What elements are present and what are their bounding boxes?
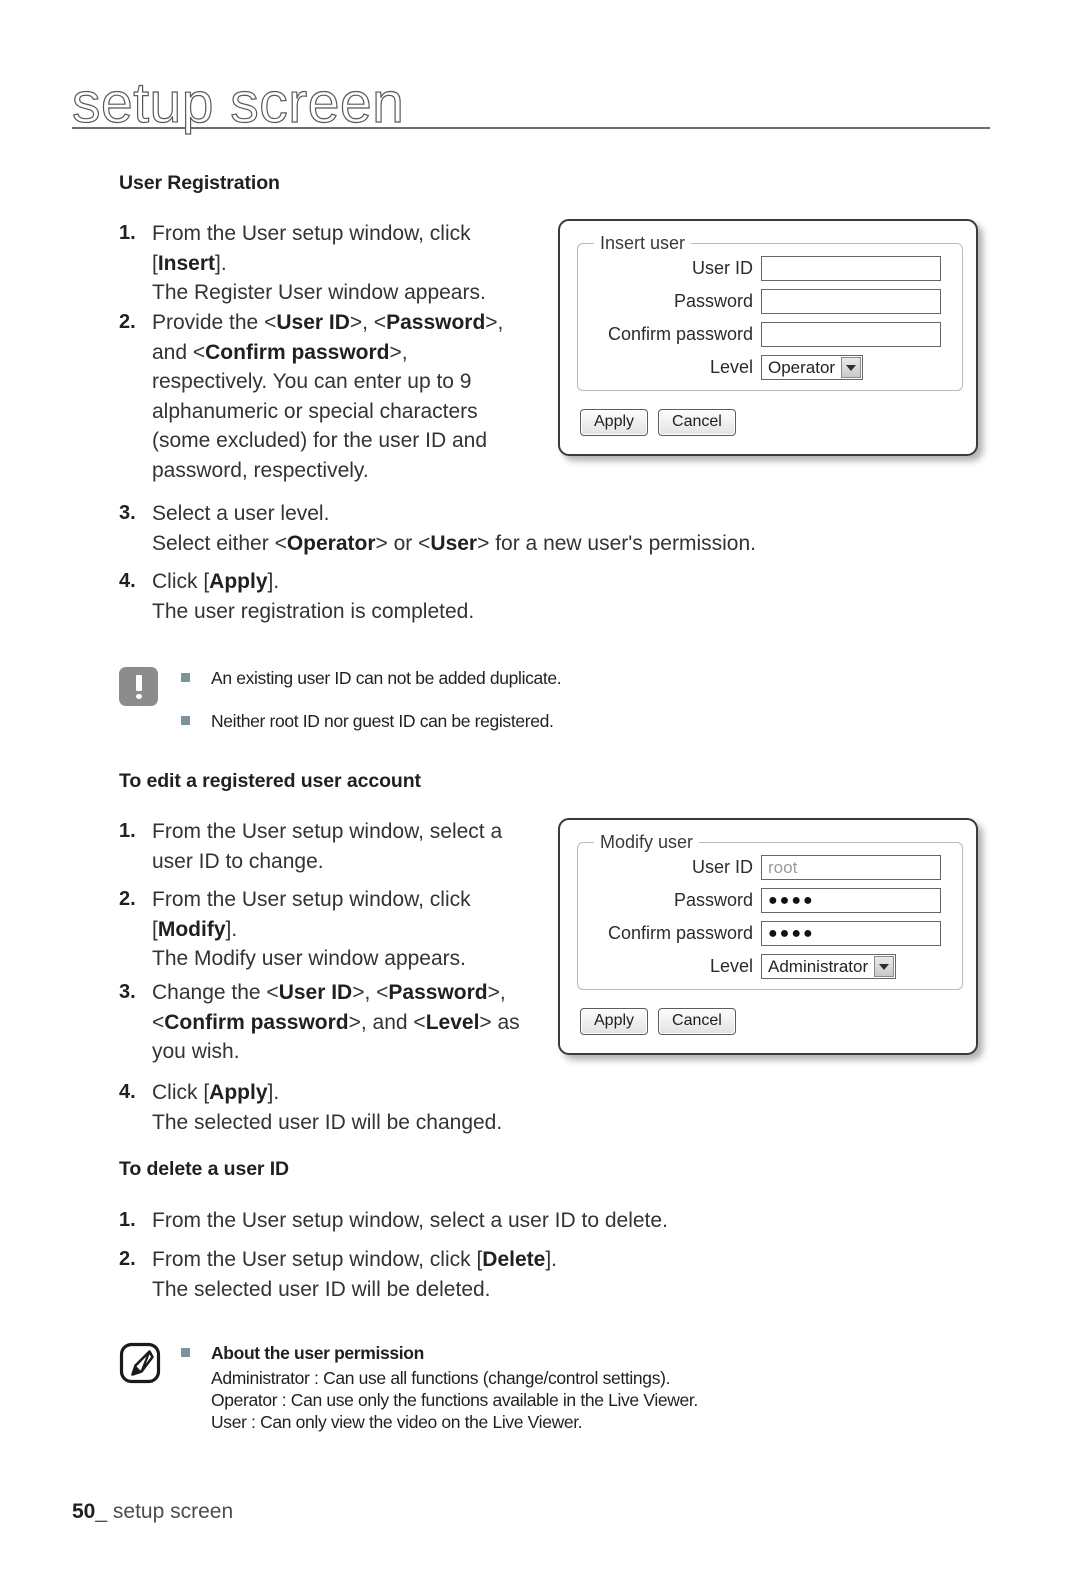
password-input[interactable] [761, 289, 941, 314]
field-label-level: Level [709, 956, 753, 976]
field-label-password: Password [673, 291, 753, 311]
step-number: 2. [119, 1248, 136, 1270]
step-number: 1. [119, 1209, 136, 1231]
insert-user-button-row: Apply Cancel [580, 409, 736, 436]
step-delete-1: 1. From the User setup window, select a … [119, 1206, 819, 1236]
userid-input[interactable] [761, 256, 941, 281]
caution-item: An existing user ID can not be added dup… [181, 667, 739, 689]
step-text: From the User setup window, select a user… [152, 820, 503, 873]
field-row-userid: User ID [577, 256, 963, 281]
step-number: 1. [119, 222, 136, 244]
fieldset-legend: Modify user [594, 832, 700, 853]
bullet-square-icon [181, 716, 190, 725]
fieldset-legend: Insert user [594, 233, 692, 254]
step-number: 2. [119, 888, 136, 910]
step-edit-4: 4. Click [Apply]. The selected user ID wi… [119, 1078, 639, 1137]
field-row-password: Password [577, 289, 963, 314]
userid-input[interactable]: root [761, 855, 941, 880]
level-select[interactable]: Administrator [761, 954, 897, 979]
chevron-down-icon[interactable] [874, 956, 895, 977]
page-header: setup screen [71, 71, 990, 144]
step-text: Select a user level. Select either <Opera… [152, 502, 756, 555]
field-label-confirm-password: Confirm password [607, 324, 753, 344]
apply-button[interactable]: Apply [580, 409, 649, 436]
field-label-level: Level [709, 357, 753, 377]
page-footer: 50_ setup screen [72, 1500, 233, 1524]
page-title: setup screen [71, 71, 405, 135]
footer-page-number: 50 [72, 1500, 96, 1523]
info-note-list: About the user permission Administrator … [181, 1342, 819, 1433]
caution-callout: An existing user ID can not be added dup… [119, 667, 739, 732]
caution-list: An existing user ID can not be added dup… [181, 667, 739, 732]
step-number: 2. [119, 311, 136, 333]
caution-item-text: An existing user ID can not be added dup… [211, 668, 562, 688]
footer-separator: _ [95, 1500, 108, 1523]
info-note-title: About the user permission [211, 1343, 424, 1363]
field-row-level: Level Operator [577, 355, 963, 380]
step-text: From the User setup window, click [Delet… [152, 1248, 557, 1301]
step-number: 3. [119, 502, 136, 524]
step-text: From the User setup window, click [Modify… [152, 888, 471, 970]
field-row-confirm-password: Confirm password ●●●● [577, 921, 963, 946]
level-select-value: Administrator [768, 956, 869, 976]
caution-item-text: Neither root ID nor guest ID can be regi… [211, 711, 554, 731]
confirm-password-input[interactable]: ●●●● [761, 921, 941, 946]
step-delete-2: 2. From the User setup window, click [De… [119, 1245, 819, 1304]
step-edit-3: 3. Change the <User ID>, <Password>, <Con… [119, 978, 569, 1067]
info-note-line: User : Can only view the video on the Li… [211, 1412, 583, 1432]
field-row-level: Level Administrator [577, 954, 963, 979]
note-pencil-icon [119, 1342, 161, 1389]
step-text: From the User setup window, click [Insert… [152, 222, 486, 304]
bullet-square-icon [181, 1348, 190, 1357]
heading-user-registration: User Registration [119, 172, 280, 194]
step-number: 1. [119, 820, 136, 842]
insert-user-dialog[interactable]: Insert user User ID Password Confirm pas… [558, 219, 978, 456]
footer-chapter: setup screen [112, 1500, 234, 1523]
caution-item: Neither root ID nor guest ID can be regi… [181, 710, 739, 732]
field-label-userid: User ID [691, 857, 753, 877]
step-number: 3. [119, 981, 136, 1003]
field-row-confirm-password: Confirm password [577, 322, 963, 347]
field-label-confirm-password: Confirm password [607, 923, 753, 943]
step-text: Click [Apply]. The selected user ID will … [152, 1081, 503, 1134]
apply-button[interactable]: Apply [580, 1008, 649, 1035]
step-text: From the User setup window, select a use… [152, 1209, 668, 1232]
step-text: Provide the <User ID>, <Password>, and <C… [152, 311, 504, 482]
confirm-password-input[interactable] [761, 322, 941, 347]
field-label-password: Password [673, 890, 753, 910]
info-note-line: Operator : Can use only the functions av… [211, 1390, 698, 1410]
info-note-item: About the user permission Administrator … [181, 1342, 819, 1433]
info-note-line: Administrator : Can use all functions (c… [211, 1368, 671, 1388]
caution-icon [119, 667, 158, 706]
level-select[interactable]: Operator [761, 355, 864, 380]
step-reg-1: 1. From the User setup window, click [Ins… [119, 219, 539, 308]
step-reg-4: 4. Click [Apply]. The user registration i… [119, 567, 739, 626]
step-text: Change the <User ID>, <Password>, <Confir… [152, 981, 520, 1063]
heading-edit-account: To edit a registered user account [119, 770, 421, 792]
heading-delete-user: To delete a user ID [119, 1158, 290, 1180]
field-label-userid: User ID [691, 258, 753, 278]
chevron-down-icon[interactable] [841, 357, 862, 378]
field-row-password: Password ●●●● [577, 888, 963, 913]
step-edit-2: 2. From the User setup window, click [Mod… [119, 885, 549, 974]
bullet-square-icon [181, 673, 190, 682]
field-row-userid: User ID root [577, 855, 963, 880]
level-select-value: Operator [768, 357, 836, 377]
step-reg-3: 3. Select a user level. Select either <Op… [119, 499, 879, 558]
cancel-button[interactable]: Cancel [658, 1008, 736, 1035]
cancel-button[interactable]: Cancel [658, 409, 736, 436]
password-input[interactable]: ●●●● [761, 888, 941, 913]
step-number: 4. [119, 1081, 136, 1103]
modify-user-button-row: Apply Cancel [580, 1008, 736, 1035]
step-text: Click [Apply]. The user registration is c… [152, 570, 475, 623]
info-note-callout: About the user permission Administrator … [119, 1342, 819, 1433]
step-number: 4. [119, 570, 136, 592]
modify-user-dialog[interactable]: Modify user User ID root Password ●●●● C… [558, 818, 978, 1055]
step-edit-1: 1. From the User setup window, select au… [119, 817, 549, 876]
step-reg-2: 2. Provide the <User ID>, <Password>, and… [119, 308, 539, 485]
